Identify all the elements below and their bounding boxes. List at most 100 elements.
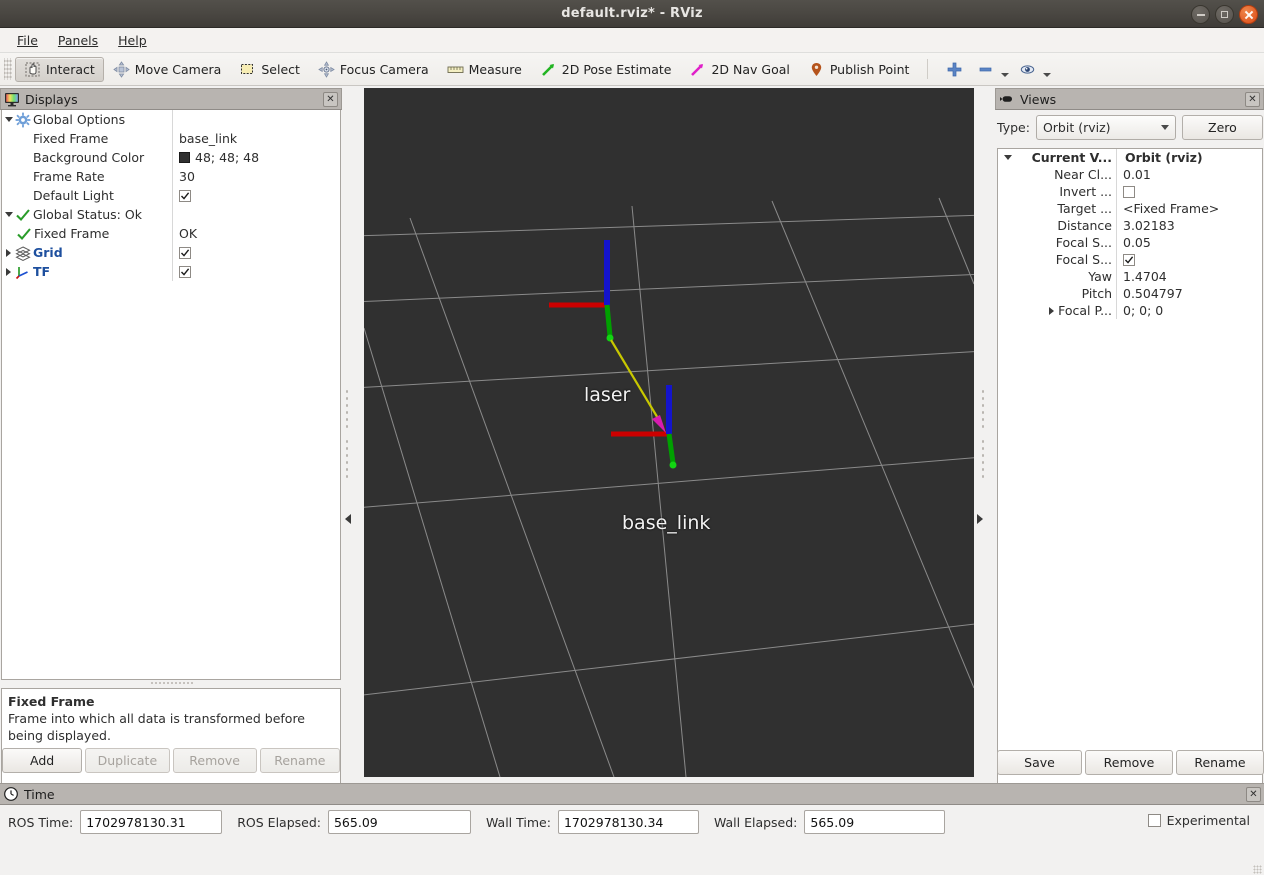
tree-value[interactable]: 30: [179, 169, 195, 184]
views-row-yaw[interactable]: Yaw 1.4704: [998, 268, 1262, 285]
ros-elapsed-input[interactable]: 565.09: [327, 810, 471, 834]
chevron-down-icon[interactable]: [1001, 72, 1010, 77]
time-close-icon[interactable]: ✕: [1246, 786, 1261, 802]
views-row-focal-shape-fixed-size[interactable]: Focal S...: [998, 251, 1262, 268]
tree-row-tf[interactable]: TF: [2, 262, 340, 281]
views-value[interactable]: 3.02183: [1123, 218, 1175, 233]
maximize-button[interactable]: [1215, 5, 1234, 24]
checkbox-checked[interactable]: [179, 189, 191, 202]
displays-tree[interactable]: Global Options Fixed Frame base_link Bac…: [1, 110, 341, 680]
add-tool-button[interactable]: [937, 57, 972, 82]
displays-splitter[interactable]: [150, 681, 194, 686]
views-value[interactable]: <Fixed Frame>: [1123, 201, 1219, 216]
tool-select-button[interactable]: Select: [230, 57, 309, 82]
tool-publish-point-button[interactable]: Publish Point: [799, 57, 919, 82]
tool-measure-button[interactable]: Measure: [438, 57, 531, 82]
tree-row-default-light[interactable]: Default Light: [2, 186, 340, 205]
checkbox-checked[interactable]: [179, 265, 191, 278]
render-viewport-3d[interactable]: laser base_link: [364, 88, 974, 777]
twisty-right-icon[interactable]: [2, 248, 15, 257]
tree-value[interactable]: 48; 48; 48: [195, 150, 259, 165]
twisty-right-icon[interactable]: [2, 267, 15, 276]
checkbox-unchecked[interactable]: [1147, 814, 1161, 827]
minimize-button[interactable]: [1191, 5, 1210, 24]
eye-icon: [1019, 61, 1036, 78]
collapse-left-icon[interactable]: [345, 514, 351, 524]
tool-measure-label: Measure: [468, 61, 522, 77]
tree-row-background-color[interactable]: Background Color 48; 48; 48: [2, 148, 340, 167]
checkbox-checked[interactable]: [179, 246, 191, 259]
views-value[interactable]: 0.504797: [1123, 286, 1183, 301]
tool-focus-camera-button[interactable]: Focus Camera: [309, 57, 438, 82]
views-value[interactable]: 0; 0; 0: [1123, 303, 1163, 318]
twisty-down-icon[interactable]: [2, 117, 15, 122]
tool-move-camera-label: Move Camera: [134, 61, 222, 77]
tree-row-fixed-frame[interactable]: Fixed Frame base_link: [2, 129, 340, 148]
twisty-right-icon[interactable]: [1049, 306, 1055, 315]
twisty-down-icon[interactable]: [2, 212, 15, 217]
tree-label: Grid: [33, 245, 63, 260]
views-label: Yaw: [1088, 269, 1112, 284]
views-property-tree[interactable]: Current V... Orbit (rviz) Near Cl... 0.0…: [997, 148, 1263, 828]
menu-help[interactable]: Help: [109, 30, 156, 51]
view-type-combo[interactable]: Orbit (rviz): [1035, 115, 1176, 140]
close-button[interactable]: [1239, 5, 1258, 24]
views-row-pitch[interactable]: Pitch 0.504797: [998, 285, 1262, 302]
save-view-button[interactable]: Save: [997, 750, 1082, 775]
tree-row-frame-rate[interactable]: Frame Rate 30: [2, 167, 340, 186]
toolbar-grip[interactable]: [4, 58, 12, 80]
menu-file[interactable]: File: [8, 30, 47, 51]
wall-elapsed-label: Wall Elapsed:: [713, 814, 798, 830]
views-row-invert-z[interactable]: Invert ...: [998, 183, 1262, 200]
clock-icon: [3, 786, 19, 802]
tree-row-grid[interactable]: Grid: [2, 243, 340, 262]
ros-time-input[interactable]: 1702978130.31: [80, 810, 223, 834]
wall-elapsed-input[interactable]: 565.09: [804, 810, 946, 834]
tree-row-status-fixed-frame[interactable]: Fixed Frame OK: [2, 224, 340, 243]
add-button[interactable]: Add: [2, 748, 83, 773]
displays-panel-header: Displays ✕: [0, 88, 342, 110]
experimental-toggle[interactable]: Experimental: [1147, 813, 1250, 828]
displays-close-icon[interactable]: ✕: [323, 91, 338, 107]
tree-row-global-options[interactable]: Global Options: [2, 110, 340, 129]
tool-2d-nav-goal-button[interactable]: 2D Nav Goal: [680, 57, 798, 82]
views-value[interactable]: 1.4704: [1123, 269, 1167, 284]
wall-time-input[interactable]: 1702978130.34: [557, 810, 699, 834]
views-row-focal-point[interactable]: Focal P... 0; 0; 0: [998, 302, 1262, 319]
tool-visibility-button[interactable]: [1014, 57, 1056, 82]
views-value[interactable]: 0.05: [1123, 235, 1151, 250]
tool-interact-button[interactable]: Interact: [15, 56, 104, 82]
tool-move-camera-button[interactable]: Move Camera: [104, 57, 231, 82]
left-splitter-handle[interactable]: [342, 88, 355, 777]
menu-panels[interactable]: Panels: [49, 30, 107, 51]
views-value[interactable]: 0.01: [1123, 167, 1151, 182]
tree-value[interactable]: base_link: [179, 131, 237, 146]
views-row-near-clip[interactable]: Near Cl... 0.01: [998, 166, 1262, 183]
checkbox-unchecked[interactable]: [1123, 185, 1135, 198]
map-pin-icon: [808, 61, 825, 78]
color-swatch[interactable]: [179, 152, 190, 163]
views-close-icon[interactable]: ✕: [1245, 91, 1260, 107]
remove-view-button[interactable]: Remove: [1085, 750, 1173, 775]
chevron-down-icon[interactable]: [1043, 72, 1052, 77]
collapse-right-icon[interactable]: [977, 514, 983, 524]
resize-grip[interactable]: [1253, 865, 1262, 874]
views-row-current-view[interactable]: Current V... Orbit (rviz): [998, 149, 1262, 166]
checkbox-checked[interactable]: [1123, 253, 1135, 266]
right-splitter-handle[interactable]: [974, 88, 987, 777]
menubar: File Panels Help: [0, 28, 1264, 53]
rename-view-button[interactable]: Rename: [1176, 750, 1264, 775]
time-fields-row: ROS Time: 1702978130.31 ROS Elapsed: 565…: [0, 807, 1264, 837]
views-row-distance[interactable]: Distance 3.02183: [998, 217, 1262, 234]
views-row-focal-shape-size[interactable]: Focal S... 0.05: [998, 234, 1262, 251]
viewport-scene: [364, 88, 974, 777]
views-row-target-frame[interactable]: Target ... <Fixed Frame>: [998, 200, 1262, 217]
wall-time-field: Wall Time: 1702978130.34: [486, 810, 699, 834]
zero-button[interactable]: Zero: [1181, 115, 1263, 140]
hand-cursor-icon: [24, 61, 41, 78]
remove-tool-button[interactable]: [972, 57, 1014, 82]
tool-2d-pose-estimate-button[interactable]: 2D Pose Estimate: [531, 57, 681, 82]
tree-row-global-status[interactable]: Global Status: Ok: [2, 205, 340, 224]
remove-button: Remove: [172, 748, 257, 773]
twisty-down-icon[interactable]: [1004, 155, 1012, 160]
